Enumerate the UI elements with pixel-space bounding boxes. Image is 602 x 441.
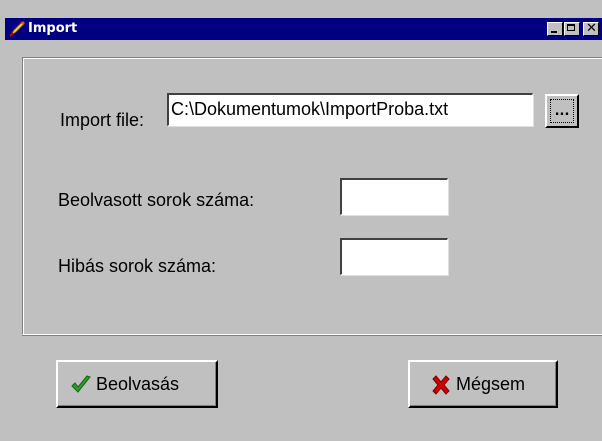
cancel-button-label: Mégsem	[456, 374, 526, 394]
read-rows-field[interactable]	[340, 178, 448, 215]
browse-button[interactable]: ...	[545, 94, 579, 128]
browse-button-label: ...	[550, 99, 574, 123]
close-glyph: ✕	[586, 21, 597, 36]
error-rows-label: Hibás sorok száma:	[58, 256, 217, 276]
import-dialog: Import ✕ Import file: C:\Dokumentumok\Im…	[0, 0, 602, 441]
app-quill-icon	[8, 20, 26, 38]
title-bar[interactable]: Import ✕	[5, 18, 602, 40]
error-rows-field[interactable]	[340, 238, 448, 275]
import-file-field[interactable]: C:\Dokumentumok\ImportProba.txt	[167, 93, 533, 126]
maximize-icon[interactable]	[564, 22, 580, 36]
checkmark-icon	[70, 374, 92, 396]
cross-icon	[430, 374, 452, 396]
import-button[interactable]: Beolvasás	[56, 360, 218, 408]
window-title: Import	[28, 21, 78, 36]
cancel-button[interactable]: Mégsem	[408, 360, 558, 408]
import-button-label: Beolvasás	[96, 374, 180, 394]
read-rows-label: Beolvasott sorok száma:	[58, 190, 255, 210]
import-file-label: Import file:	[60, 110, 145, 130]
close-icon[interactable]: ✕	[583, 21, 599, 36]
minimize-icon[interactable]	[547, 22, 563, 36]
